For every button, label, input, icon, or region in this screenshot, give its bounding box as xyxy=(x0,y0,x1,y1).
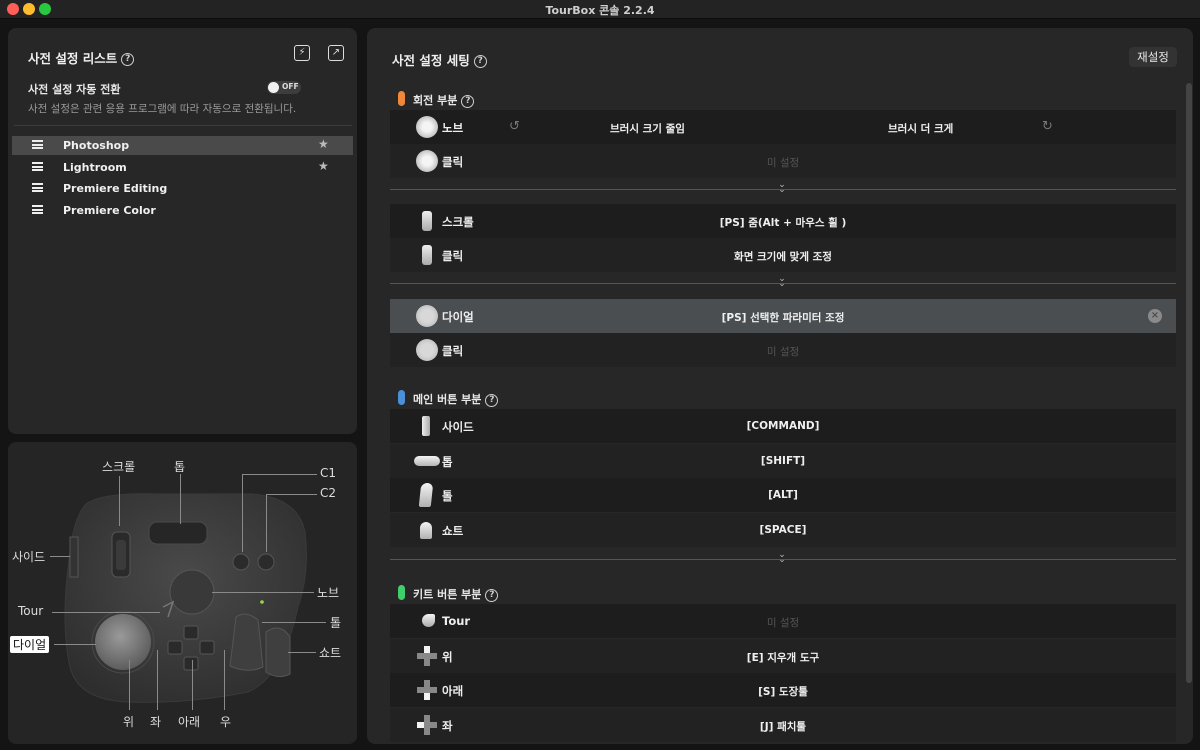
action-label: 화면 크기에 맞게 조정 xyxy=(734,251,832,263)
action-label: 미 설정 xyxy=(766,617,800,629)
toggle-knob xyxy=(268,82,279,93)
drag-handle-icon[interactable] xyxy=(32,205,43,214)
help-icon[interactable]: ? xyxy=(485,588,499,602)
tall-button-row[interactable]: 톨 [ALT] xyxy=(390,478,1176,512)
preset-list-title: 사전 설정 리스트? xyxy=(28,48,135,67)
preset-item-premiere-editing[interactable]: Premiere Editing xyxy=(12,179,353,198)
left-button-row[interactable]: 좌 [J] 패치툴 xyxy=(390,708,1176,742)
preset-item-lightroom[interactable]: Lightroom ★ xyxy=(12,158,353,177)
side-button-row[interactable]: 사이드 [COMMAND] xyxy=(390,409,1176,443)
action-label: [PS] 선택한 파라미터 조정 xyxy=(721,312,845,324)
divider xyxy=(14,125,352,126)
auto-switch-toggle[interactable]: OFF xyxy=(267,81,301,94)
divider xyxy=(390,189,1176,190)
short-button-row[interactable]: 쇼트 [SPACE] xyxy=(390,513,1176,547)
knob-row[interactable]: 노브 ↺ 브러시 크기 줄임 브러시 더 크게 ↻ xyxy=(390,110,1176,144)
tour-button-row[interactable]: Tour 미 설정 xyxy=(390,604,1176,638)
toggle-state-text: OFF xyxy=(282,82,299,91)
section-color-bar xyxy=(398,585,405,600)
down-button-row[interactable]: 아래 [S] 도장툴 xyxy=(390,673,1176,707)
action-label: [S] 도장툴 xyxy=(758,686,808,698)
device-label-scroll: 스크롤 xyxy=(102,460,136,474)
section-color-bar xyxy=(398,390,405,405)
preset-name: Premiere Color xyxy=(63,204,156,217)
star-icon[interactable]: ★ xyxy=(318,137,329,151)
help-icon[interactable]: ? xyxy=(461,94,475,108)
preset-item-photoshop[interactable]: Photoshop ★ xyxy=(12,136,353,155)
reset-button[interactable]: 재설정 xyxy=(1129,47,1177,67)
tourbox-device-illustration xyxy=(64,493,307,703)
auto-switch-label: 사전 설정 자동 전환 xyxy=(28,83,121,96)
drag-handle-icon[interactable] xyxy=(32,140,43,149)
scrollbar[interactable] xyxy=(1186,83,1192,683)
help-icon[interactable]: ? xyxy=(485,393,499,407)
device-label-short: 쇼트 xyxy=(319,646,342,660)
preset-settings-title: 사전 설정 세팅? xyxy=(392,50,487,69)
auto-switch-description: 사전 설정은 관련 응용 프로그램에 따라 자동으로 전환됩니다. xyxy=(28,103,297,115)
device-label-tour: Tour xyxy=(18,604,44,618)
divider xyxy=(390,559,1176,560)
preset-name: Premiere Editing xyxy=(63,182,168,195)
knob-icon xyxy=(416,116,438,138)
help-icon[interactable]: ? xyxy=(473,55,487,68)
top-button-row[interactable]: 톱 [SHIFT] xyxy=(390,444,1176,478)
device-label-c2: C2 xyxy=(320,486,337,500)
divider xyxy=(390,283,1176,284)
clear-icon[interactable]: × xyxy=(1148,309,1162,323)
device-label-left: 좌 xyxy=(150,715,162,729)
window-title: TourBox 콘솔 2.2.4 xyxy=(545,4,655,17)
scroll-click-row[interactable]: 클릭 화면 크기에 맞게 조정 xyxy=(390,238,1176,272)
action-label: [SHIFT] xyxy=(760,455,806,467)
dial-row[interactable]: 다이얼 [PS] 선택한 파라미터 조정 × xyxy=(390,299,1176,333)
action-label: [ALT] xyxy=(768,489,798,501)
action-label: 미 설정 xyxy=(766,157,800,169)
preset-name: Lightroom xyxy=(63,161,127,174)
drag-handle-icon[interactable] xyxy=(32,162,43,171)
rotate-left-icon: ↺ xyxy=(509,119,520,134)
import-preset-icon[interactable]: ⚡ xyxy=(294,45,310,61)
device-label-down: 아래 xyxy=(178,715,201,729)
dial-click-row[interactable]: 클릭 미 설정 xyxy=(390,333,1176,367)
preset-name: Photoshop xyxy=(63,139,130,152)
action-label: [PS] 줌(Alt + 마우스 휠 ) xyxy=(719,217,847,229)
action-label: [SPACE] xyxy=(759,524,807,536)
rotate-right-icon: ↻ xyxy=(1042,119,1053,134)
device-label-dial: 다이얼 xyxy=(10,636,50,653)
action-label: [COMMAND] xyxy=(746,420,820,432)
action-label: [E] 지우개 도구 xyxy=(746,652,820,664)
preset-item-premiere-color[interactable]: Premiere Color xyxy=(12,201,353,220)
device-label-knob: 노브 xyxy=(317,586,340,600)
title-bar: TourBox 콘솔 2.2.4 xyxy=(0,0,1200,19)
export-preset-icon[interactable]: ↗ xyxy=(328,45,344,61)
up-button-row[interactable]: 위 [E] 지우개 도구 xyxy=(390,639,1176,673)
scroll-row[interactable]: 스크롤 [PS] 줌(Alt + 마우스 휠 ) xyxy=(390,204,1176,238)
device-label-right: 우 xyxy=(220,715,232,729)
knob-click-row[interactable]: 클릭 미 설정 xyxy=(390,144,1176,178)
drag-handle-icon[interactable] xyxy=(32,183,43,192)
section-color-bar xyxy=(398,91,405,106)
device-label-side: 사이드 xyxy=(12,550,46,564)
action-label: 미 설정 xyxy=(766,346,800,358)
knob-right-action[interactable]: 브러시 더 크게 xyxy=(888,121,953,136)
control-name: 노브 xyxy=(442,121,464,135)
help-icon[interactable]: ? xyxy=(121,53,135,66)
action-label: [J] 패치툴 xyxy=(759,721,807,733)
device-label-top: 톱 xyxy=(174,460,186,474)
device-label-tall: 톨 xyxy=(330,616,342,630)
device-label-c1: C1 xyxy=(320,466,337,480)
device-label-up: 위 xyxy=(123,715,135,729)
knob-left-action[interactable]: 브러시 크기 줄임 xyxy=(610,121,685,136)
star-icon[interactable]: ★ xyxy=(318,159,329,173)
